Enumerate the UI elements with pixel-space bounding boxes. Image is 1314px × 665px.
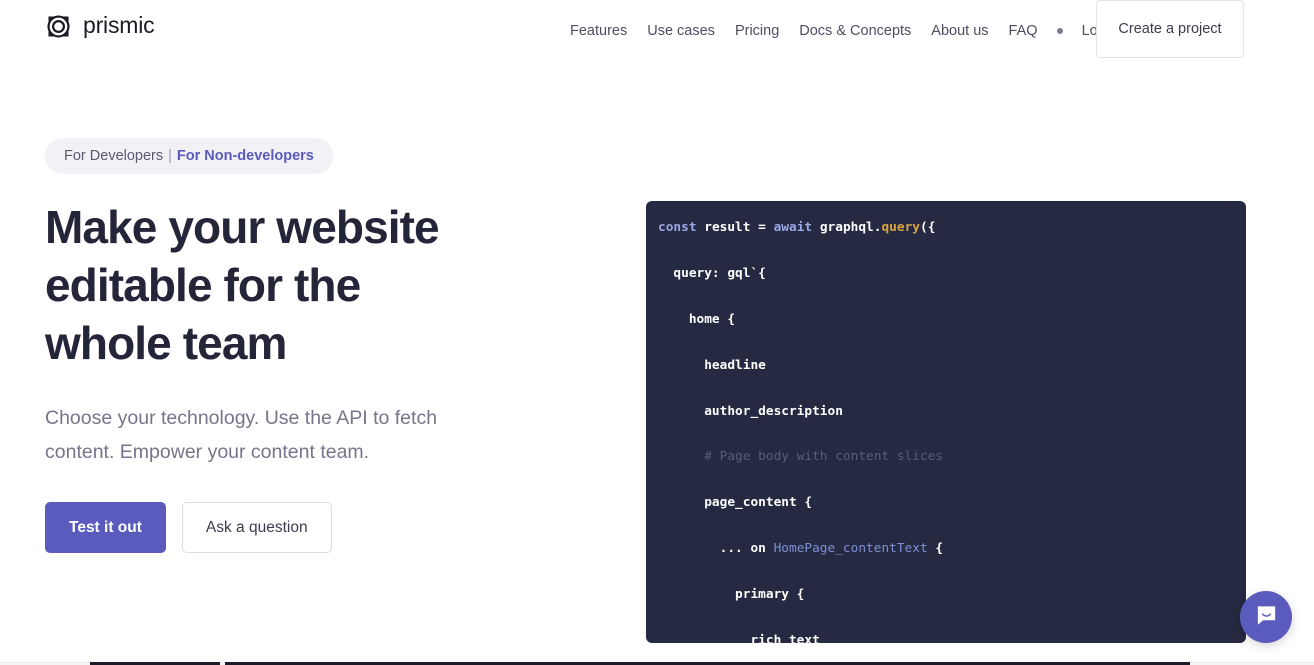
create-a-project-button[interactable]: Create a project — [1096, 0, 1244, 58]
hero-action-buttons: Test it out Ask a question — [45, 502, 605, 553]
code-line: const result = await graphql.query({ — [658, 217, 1246, 240]
code-token: ({ — [920, 220, 936, 235]
code-token: query — [881, 220, 920, 235]
code-token: result — [704, 220, 759, 235]
code-line: primary { — [658, 584, 1246, 607]
code-token: = — [758, 220, 774, 235]
chat-launcher-button[interactable] — [1240, 591, 1292, 643]
nav-item-docs-concepts[interactable]: Docs & Concepts — [789, 21, 921, 41]
code-sample-area: const result = await graphql.query({ que… — [646, 201, 1246, 665]
nav-item-faq[interactable]: FAQ — [999, 21, 1048, 41]
code-token: const — [658, 220, 705, 235]
site-header: prismic Features Use cases Pricing Docs … — [0, 0, 1314, 66]
code-line: ... on HomePage_contentText { — [658, 538, 1246, 561]
code-line: query: gql`{ — [658, 263, 1246, 286]
audience-developers-label[interactable]: For Developers — [64, 147, 163, 165]
code-line: page_content { — [658, 492, 1246, 515]
hero-section: For Developers | For Non-developers Make… — [0, 66, 1314, 665]
code-token: page_content { — [658, 495, 813, 511]
nav-item-features[interactable]: Features — [560, 21, 637, 41]
audience-separator: | — [168, 148, 172, 164]
code-token: ... on — [658, 541, 774, 557]
code-token: rich_text — [658, 633, 820, 643]
prismic-logo-icon — [45, 13, 72, 40]
main-navigation: Features Use cases Pricing Docs & Concep… — [560, 21, 1127, 41]
code-token: # Page body with content slices — [658, 449, 944, 465]
code-token: { — [927, 541, 944, 557]
code-panel: const result = await graphql.query({ que… — [646, 201, 1246, 643]
hero-content: For Developers | For Non-developers Make… — [45, 138, 605, 553]
brand-name: prismic — [83, 12, 155, 38]
chat-smile-icon — [1254, 603, 1279, 631]
code-token: primary { — [658, 587, 805, 603]
audience-toggle-pill[interactable]: For Developers | For Non-developers — [45, 138, 333, 174]
audience-non-developers-label[interactable]: For Non-developers — [177, 147, 314, 165]
code-token: graphql. — [819, 220, 882, 235]
brand-logo-link[interactable]: prismic — [45, 12, 155, 40]
page-title: Make your website editable for the whole… — [45, 201, 440, 369]
nav-item-use-cases[interactable]: Use cases — [637, 21, 725, 41]
code-line: author_description — [658, 401, 1246, 424]
code-line: headline — [658, 355, 1246, 378]
code-block: const result = await graphql.query({ que… — [646, 217, 1246, 643]
code-token: author_description — [658, 403, 843, 419]
code-token: home { — [658, 311, 736, 327]
test-it-out-button[interactable]: Test it out — [45, 502, 166, 553]
code-line: rich_text — [658, 630, 1246, 643]
nav-item-pricing[interactable]: Pricing — [725, 21, 789, 41]
code-line: # Page body with content slices — [658, 446, 1246, 469]
hero-subtitle: Choose your technology. Use the API to f… — [45, 407, 438, 463]
code-token: query: gql`{ — [658, 265, 766, 281]
nav-item-about-us[interactable]: About us — [921, 21, 998, 41]
ask-a-question-button[interactable]: Ask a question — [181, 502, 332, 553]
code-line: home { — [658, 309, 1246, 332]
dot-icon — [1056, 28, 1063, 34]
code-token: headline — [658, 357, 766, 373]
code-token: HomePage_contentText — [773, 541, 928, 557]
code-token: await — [773, 220, 820, 235]
